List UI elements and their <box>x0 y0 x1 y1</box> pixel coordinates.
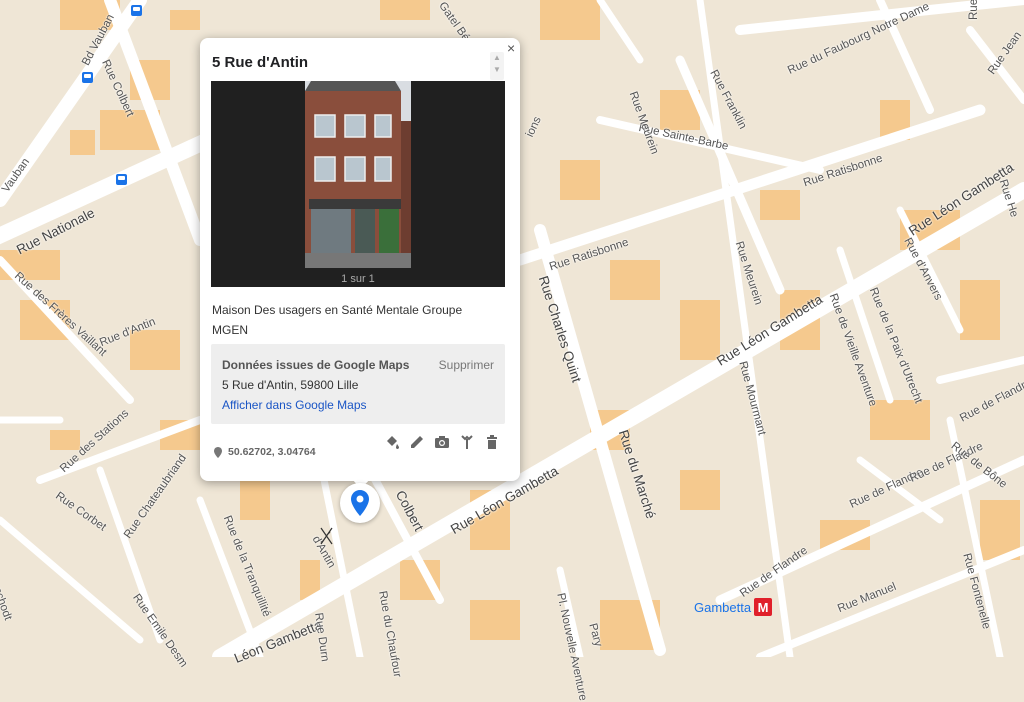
place-address: 5 Rue d'Antin, 59800 Lille <box>222 378 359 392</box>
pencil-icon[interactable] <box>409 434 425 450</box>
place-photo[interactable] <box>305 81 411 268</box>
source-heading: Données issues de Google Maps <box>222 358 410 372</box>
coordinates: 50.62702, 3.04764 <box>214 446 316 458</box>
place-info-popup: × 5 Rue d'Antin ▲ ▼ 1 sur 1 Maison Des u… <box>200 38 520 489</box>
street-label: Rue I <box>968 0 980 20</box>
bus-stop-icon[interactable] <box>82 72 93 83</box>
person-icon <box>320 527 333 545</box>
metro-station[interactable]: Gambetta <box>694 598 773 616</box>
place-description: Maison Des usagers en Santé Mentale Grou… <box>212 303 463 337</box>
bus-stop-icon[interactable] <box>116 174 127 185</box>
coordinates-text: 50.62702, 3.04764 <box>228 446 316 458</box>
bus-stop-icon[interactable] <box>131 5 142 16</box>
location-pin-icon <box>214 446 222 458</box>
selected-location-marker[interactable] <box>340 483 380 523</box>
camera-icon[interactable] <box>434 434 450 450</box>
paint-bucket-icon[interactable] <box>384 434 400 450</box>
open-in-google-maps-link[interactable]: Afficher dans Google Maps <box>222 398 367 412</box>
trash-icon[interactable] <box>484 434 500 450</box>
place-title: 5 Rue d'Antin <box>212 54 309 71</box>
map-pin-icon <box>351 490 369 516</box>
metro-station-name: Gambetta <box>694 599 752 615</box>
delete-button[interactable]: Supprimer <box>439 358 494 372</box>
google-maps-data-box: Données issues de Google Maps Supprimer … <box>211 344 505 424</box>
metro-icon <box>754 598 773 616</box>
popup-scrollbar[interactable]: ▲ ▼ <box>490 52 504 80</box>
directions-icon[interactable] <box>459 434 475 450</box>
place-photo-viewer[interactable]: 1 sur 1 <box>211 81 505 287</box>
close-icon[interactable]: × <box>507 40 515 56</box>
place-toolbar <box>384 434 500 450</box>
photo-counter: 1 sur 1 <box>341 273 375 285</box>
